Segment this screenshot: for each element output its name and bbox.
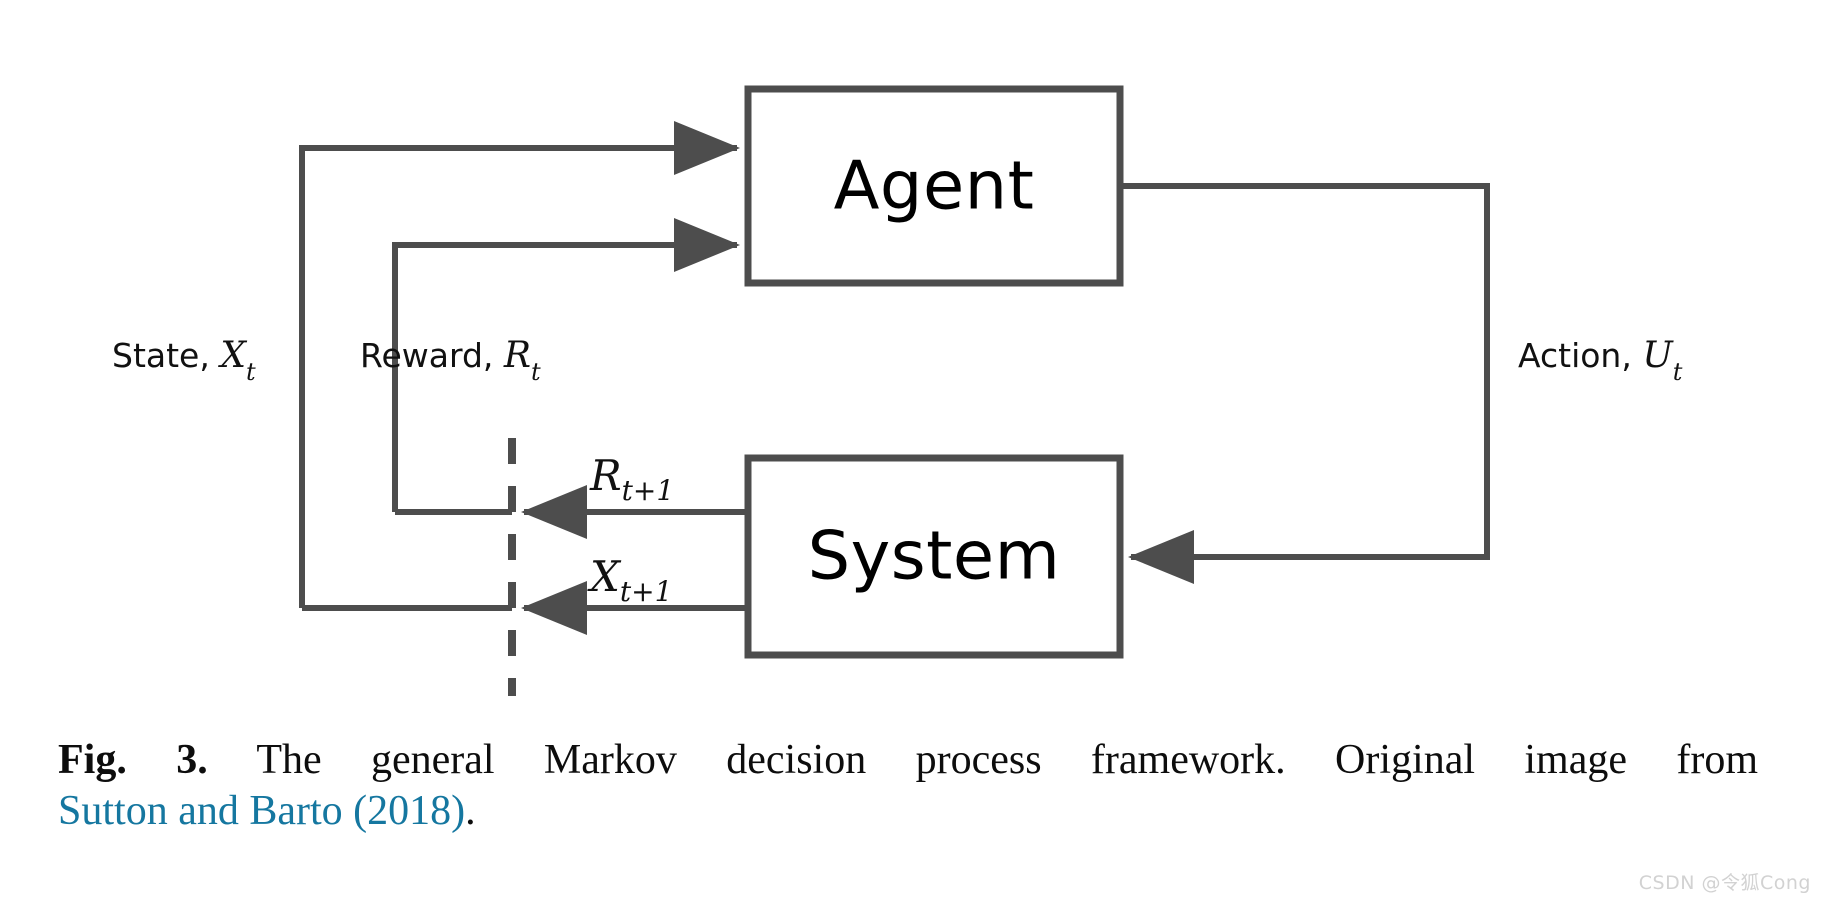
state-label-text: State, bbox=[112, 336, 210, 375]
action-label-text: Action, bbox=[1518, 336, 1632, 375]
csdn-watermark: CSDN @令狐Cong bbox=[1638, 872, 1811, 894]
state-next-subscript: t+1 bbox=[619, 575, 673, 609]
action-label-subscript: t bbox=[1672, 357, 1683, 386]
state-next-label: Xt+1 bbox=[590, 556, 672, 606]
figure-caption: Fig. 3. The general Markov decision proc… bbox=[58, 735, 1758, 837]
caption-line-1: Fig. 3. The general Markov decision proc… bbox=[58, 735, 1758, 786]
reward-next-label: Rt+1 bbox=[590, 455, 674, 505]
reward-label-variable: R bbox=[503, 335, 531, 376]
state-next-variable: X bbox=[590, 552, 620, 601]
system-box-label: System bbox=[808, 517, 1061, 595]
reward-label-subscript: t bbox=[531, 357, 541, 386]
reward-next-subscript: t+1 bbox=[621, 474, 675, 508]
caption-body-text: The general Markov decision process fram… bbox=[256, 737, 1758, 783]
caption-figure-number: Fig. 3. bbox=[58, 737, 208, 783]
agent-box-label: Agent bbox=[834, 147, 1035, 225]
caption-period: . bbox=[465, 788, 476, 835]
action-label-variable: U bbox=[1642, 335, 1673, 376]
reward-edge-label: Reward, Rt bbox=[360, 335, 541, 384]
reward-label-text: Reward, bbox=[360, 336, 494, 375]
caption-citation-link[interactable]: Sutton and Barto (2018) bbox=[58, 788, 465, 834]
action-edge-label: Action, Ut bbox=[1518, 335, 1682, 384]
action-path bbox=[1120, 183, 1490, 584]
reward-next-variable: R bbox=[590, 451, 622, 500]
state-label-subscript: t bbox=[245, 357, 256, 386]
state-edge-label: State, Xt bbox=[112, 335, 256, 384]
state-label-variable: X bbox=[220, 335, 246, 376]
figure-container: Agent System State, Xt Reward, Rt Action… bbox=[0, 0, 1833, 903]
caption-line-2: Sutton and Barto (2018). bbox=[58, 786, 1758, 837]
